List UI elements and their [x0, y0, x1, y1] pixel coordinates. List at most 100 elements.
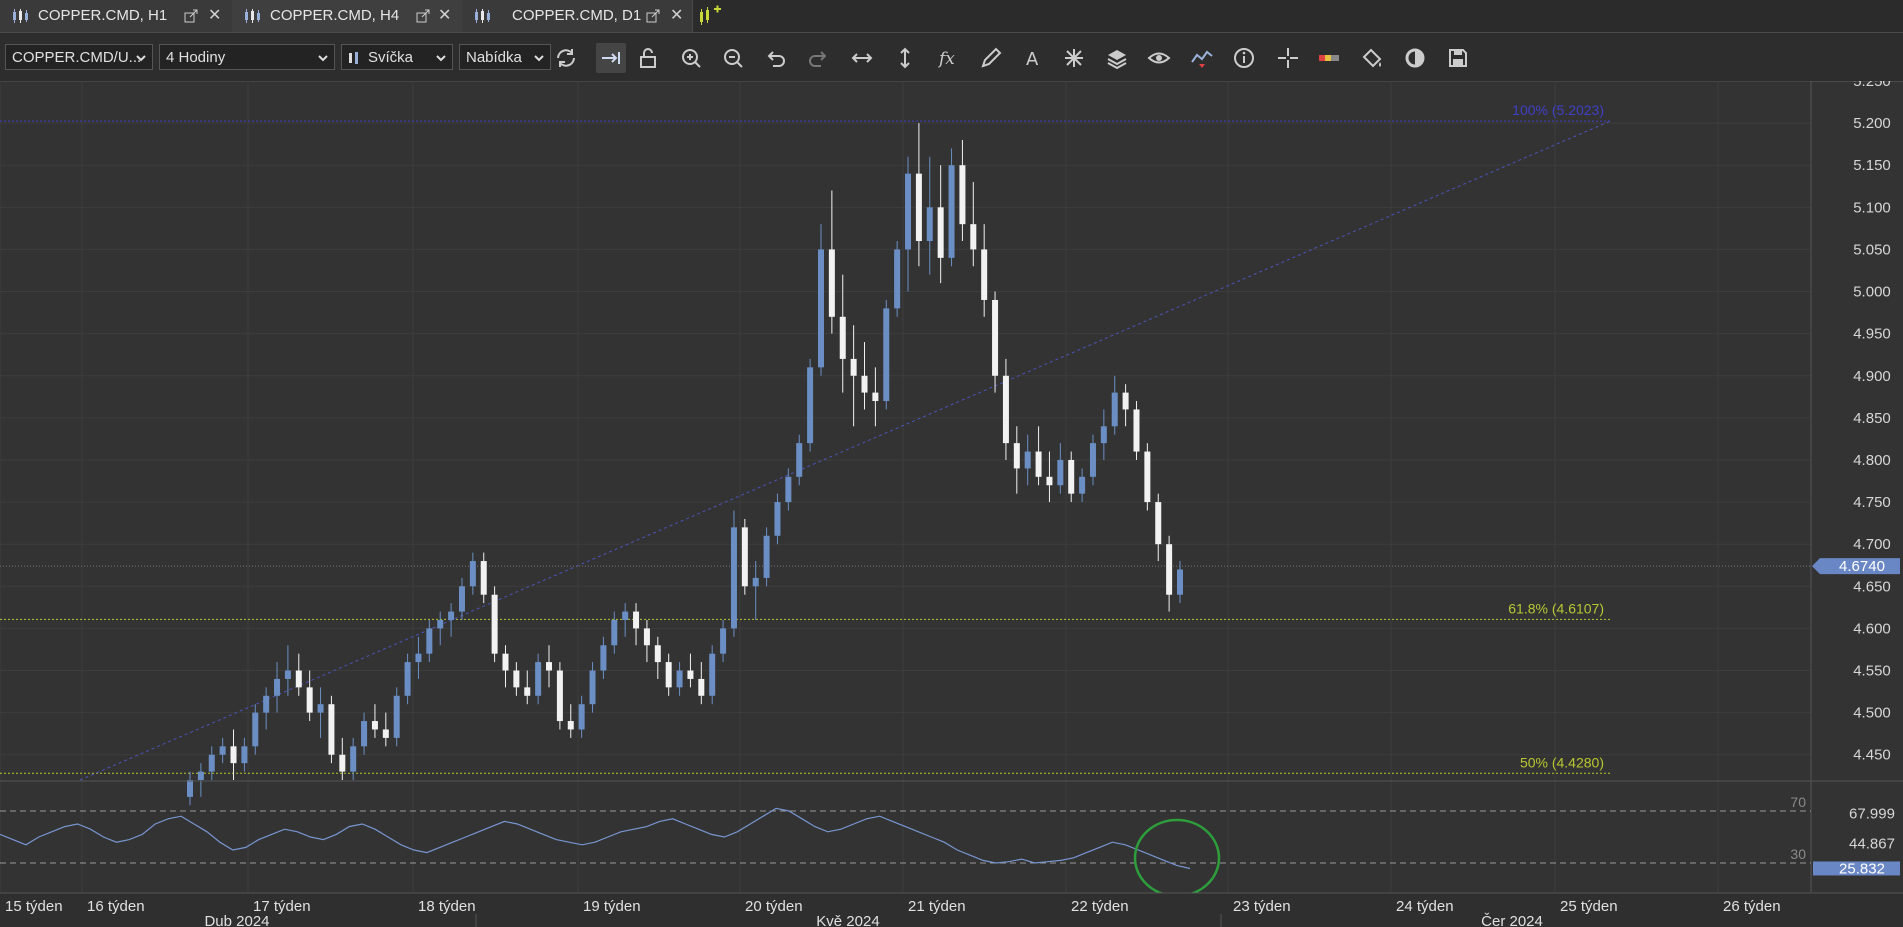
candle[interactable]: [785, 468, 792, 511]
candle[interactable]: [1035, 426, 1042, 486]
candle[interactable]: [284, 645, 291, 696]
candle[interactable]: [393, 687, 400, 747]
period-select[interactable]: 4 Hodiny: [159, 44, 335, 70]
pencil-button[interactable]: [976, 43, 1006, 73]
candle[interactable]: [970, 182, 977, 267]
candle[interactable]: [752, 561, 759, 620]
ruler-button[interactable]: [1314, 43, 1344, 73]
crosshair-button[interactable]: [1273, 43, 1303, 73]
candle[interactable]: [774, 493, 781, 545]
close-icon[interactable]: ✕: [670, 8, 684, 24]
candle[interactable]: [720, 619, 727, 663]
candle[interactable]: [883, 299, 890, 410]
candle[interactable]: [295, 653, 302, 696]
candle[interactable]: [730, 510, 737, 637]
candle[interactable]: [1133, 401, 1140, 460]
candle[interactable]: [741, 518, 748, 595]
candle[interactable]: [1068, 451, 1075, 503]
candle[interactable]: [807, 358, 814, 452]
candle[interactable]: [263, 687, 270, 730]
candle[interactable]: [1144, 443, 1151, 511]
text-tool-button[interactable]: A: [1019, 43, 1049, 73]
candle[interactable]: [709, 645, 716, 705]
candle[interactable]: [448, 603, 455, 637]
candle[interactable]: [426, 619, 433, 663]
close-icon[interactable]: ✕: [438, 8, 452, 24]
candle[interactable]: [317, 687, 324, 738]
candle[interactable]: [676, 662, 683, 696]
candle[interactable]: [328, 695, 335, 764]
candle[interactable]: [274, 662, 281, 713]
candle[interactable]: [404, 653, 411, 705]
redo-button[interactable]: [803, 43, 833, 73]
candle[interactable]: [502, 645, 509, 688]
candle[interactable]: [654, 636, 661, 679]
tab-copper-h1[interactable]: COPPER.CMD, H1 ✕: [0, 0, 233, 32]
candle[interactable]: [469, 552, 476, 595]
candle[interactable]: [361, 712, 368, 755]
candle[interactable]: [371, 704, 378, 738]
zoom-in-button[interactable]: [676, 43, 706, 73]
candle[interactable]: [513, 662, 520, 696]
price-side-select[interactable]: Nabídka: [459, 44, 551, 70]
zoom-out-button[interactable]: [718, 43, 748, 73]
candle[interactable]: [1002, 358, 1009, 460]
candle[interactable]: [905, 156, 912, 292]
candle[interactable]: [839, 274, 846, 393]
fit-horizontal-button[interactable]: [847, 43, 877, 73]
save-button[interactable]: [1443, 43, 1473, 73]
candle[interactable]: [937, 165, 944, 284]
candle[interactable]: [546, 645, 553, 688]
candle[interactable]: [187, 771, 193, 806]
candle[interactable]: [687, 653, 694, 688]
chart-type-select[interactable]: Svíčka: [341, 44, 453, 70]
candle[interactable]: [219, 737, 226, 764]
fit-vertical-button[interactable]: [890, 43, 920, 73]
candle[interactable]: [524, 670, 531, 705]
shift-chart-button[interactable]: [596, 43, 626, 73]
popout-icon[interactable]: [416, 9, 430, 23]
candle[interactable]: [208, 746, 215, 780]
candle[interactable]: [763, 527, 770, 587]
candle[interactable]: [589, 662, 596, 713]
add-chart-icon[interactable]: [698, 5, 722, 27]
popout-icon[interactable]: [646, 9, 660, 23]
candle[interactable]: [241, 737, 248, 772]
candle[interactable]: [556, 662, 563, 730]
candle[interactable]: [665, 653, 672, 696]
candle[interactable]: [437, 611, 444, 646]
candle[interactable]: [1155, 493, 1162, 562]
indicators-fx-button[interactable]: fx: [933, 43, 963, 73]
candle[interactable]: [1024, 434, 1031, 486]
paint-button[interactable]: [1357, 43, 1387, 73]
candle[interactable]: [1079, 468, 1086, 503]
candle[interactable]: [578, 695, 585, 738]
theme-button[interactable]: [1400, 43, 1430, 73]
eye-button[interactable]: [1144, 43, 1174, 73]
chart-area[interactable]: 100% (5.2023) 61.8% (4.6107) 50% (4.4280) 4…: [0, 81, 1903, 927]
layers-button[interactable]: [1102, 43, 1132, 73]
candle[interactable]: [915, 123, 922, 267]
candle[interactable]: [1177, 561, 1183, 604]
candle[interactable]: [535, 653, 542, 705]
candle[interactable]: [1111, 375, 1118, 435]
close-icon[interactable]: ✕: [208, 8, 222, 24]
candle[interactable]: [796, 434, 803, 486]
candle[interactable]: [306, 670, 313, 722]
candle[interactable]: [1089, 434, 1096, 486]
candle[interactable]: [622, 603, 629, 637]
alert-chart-button[interactable]: [1187, 43, 1217, 73]
candle[interactable]: [197, 763, 204, 797]
candle[interactable]: [1100, 409, 1107, 460]
tab-copper-d1[interactable]: COPPER.CMD, D1 ✕: [462, 0, 693, 32]
candle[interactable]: [480, 552, 487, 604]
candle[interactable]: [926, 156, 933, 275]
refresh-button[interactable]: [551, 43, 581, 73]
instrument-select[interactable]: COPPER.CMD/U...: [5, 44, 153, 70]
candle[interactable]: [1046, 451, 1053, 503]
candle[interactable]: [633, 603, 640, 646]
rsi-panel[interactable]: 70 30 67.999 44.867 25.832: [0, 794, 1900, 877]
candle[interactable]: [611, 611, 618, 654]
candle[interactable]: [850, 325, 857, 427]
candle[interactable]: [1122, 384, 1129, 427]
